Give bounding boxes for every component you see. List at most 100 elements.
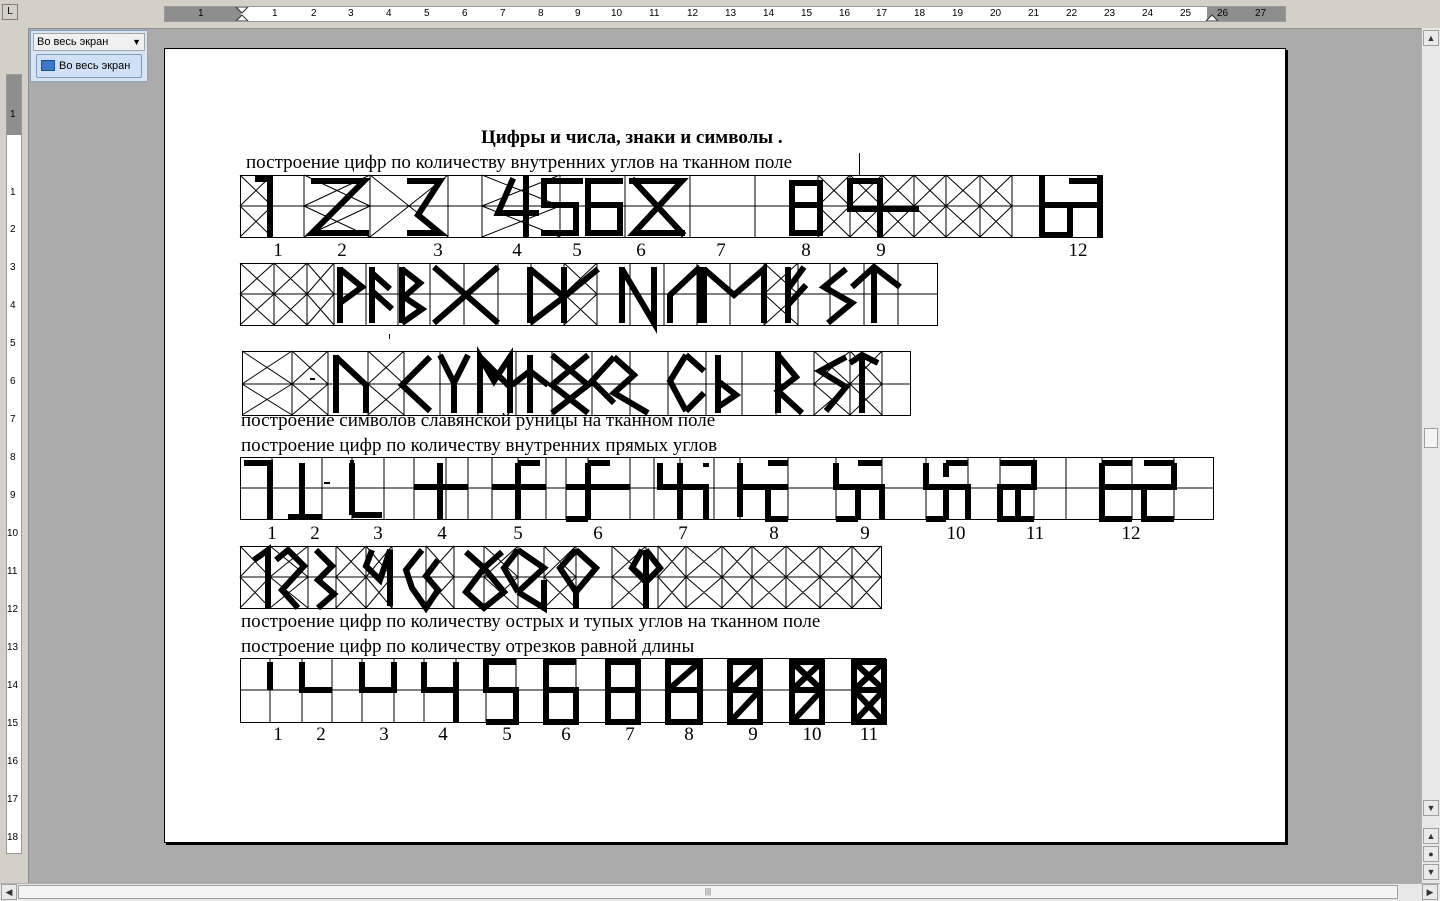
ruler-number: 17 — [876, 8, 888, 19]
ruler-number: 7 — [500, 8, 506, 19]
ruler-number: 23 — [1104, 8, 1116, 19]
ruler-number: 3 — [10, 262, 16, 273]
horizontal-scroll-thumb[interactable]: ||| — [18, 885, 1398, 899]
grid-number: 9 — [860, 523, 870, 544]
ruler-number: 6 — [10, 376, 16, 387]
ruler-number: 1 — [10, 187, 16, 198]
paragraph-line-2: построение символов славянской руницы на… — [241, 410, 716, 431]
ruler-number: 10 — [7, 528, 19, 539]
ruler-number: 20 — [990, 8, 1002, 19]
ruler-number: 17 — [7, 794, 19, 805]
ruler-number: 12 — [687, 8, 699, 19]
chevron-down-icon[interactable]: ▼ — [132, 34, 141, 50]
woven-grid-digits-inner-angles — [239, 174, 1103, 238]
ruler-number: 25 — [1180, 8, 1192, 19]
ruler-number: 10 — [611, 8, 623, 19]
left-ruler-scale[interactable]: 1 1 2 3 4 5 6 7 8 9 10 11 12 13 14 15 16… — [6, 74, 22, 854]
grid-number: 11 — [1025, 523, 1045, 544]
left-indent-marker[interactable] — [235, 7, 249, 21]
grid-number: 12 — [1068, 240, 1088, 261]
grid-number: 1 — [273, 724, 283, 745]
stray-mark — [389, 334, 390, 339]
vertical-scroll-thumb[interactable] — [1424, 428, 1438, 448]
top-ruler[interactable]: L 1 1 2 3 4 5 6 7 8 9 10 11 12 13 14 15 … — [0, 0, 1440, 29]
ruler-number: 15 — [801, 8, 813, 19]
fullscreen-icon — [41, 60, 55, 71]
grid-number: 8 — [769, 523, 779, 544]
right-indent-marker[interactable] — [1205, 7, 1219, 21]
ruler-number: 21 — [1028, 8, 1040, 19]
grid-number: 7 — [678, 523, 688, 544]
ruler-number: 2 — [10, 224, 16, 235]
grid-number: 4 — [437, 523, 447, 544]
fullscreen-button[interactable]: Во весь экран — [36, 54, 142, 78]
grid-number: 3 — [379, 724, 389, 745]
ruler-number: 18 — [7, 832, 19, 843]
ruler-number: 16 — [839, 8, 851, 19]
fullscreen-button-label: Во весь экран — [59, 60, 131, 72]
ruler-number: 9 — [10, 490, 16, 501]
ruler-number: 13 — [7, 642, 19, 653]
grid-number: 3 — [433, 240, 443, 261]
scroll-left-button[interactable]: ◀ — [1, 884, 17, 900]
ruler-number: 14 — [7, 680, 19, 691]
paragraph-line-4: построение цифр по количеству острых и т… — [241, 611, 821, 632]
ruler-number: 14 — [763, 8, 775, 19]
ruler-number: 12 — [7, 604, 19, 615]
ruler-number: 6 — [462, 8, 468, 19]
tab-selector-button[interactable]: L — [2, 4, 18, 20]
ruler-number: 5 — [424, 8, 430, 19]
next-page-button[interactable]: ▼ — [1423, 864, 1439, 880]
ruler-number: 8 — [538, 8, 544, 19]
woven-grid-digits-equal-segments — [240, 658, 887, 725]
grid-number: 7 — [716, 240, 726, 261]
ruler-number: 4 — [10, 300, 16, 311]
view-mode-select-value: Во весь экран — [37, 36, 109, 48]
view-mode-select[interactable]: Во весь экран ▼ — [33, 33, 145, 51]
ruler-number: 15 — [7, 718, 19, 729]
grid-number: 6 — [636, 240, 646, 261]
grid-number: 6 — [593, 523, 603, 544]
grid-number: 12 — [1121, 523, 1141, 544]
ruler-number: 27 — [1255, 8, 1267, 19]
previous-page-button[interactable]: ▲ — [1423, 828, 1439, 844]
grid-number: 10 — [946, 523, 966, 544]
grid-number: 8 — [684, 724, 694, 745]
ruler-number: 4 — [386, 8, 392, 19]
grid-number: 1 — [273, 240, 283, 261]
grid-number: 11 — [859, 724, 879, 745]
text-cursor — [859, 153, 860, 175]
top-ruler-scale[interactable]: 1 1 2 3 4 5 6 7 8 9 10 11 12 13 14 15 16… — [164, 6, 1286, 22]
ruler-number: 16 — [7, 756, 19, 767]
ruler-number: 2 — [311, 8, 317, 19]
horizontal-scrollbar[interactable]: ◀ ||| ▶ — [0, 883, 1440, 901]
document-page[interactable]: Цифры и числа, знаки и символы . построе… — [164, 48, 1286, 843]
ruler-number: 19 — [952, 8, 964, 19]
grid-number: 4 — [512, 240, 522, 261]
ruler-number: 13 — [725, 8, 737, 19]
paragraph-line-1: построение цифр по количеству внутренних… — [246, 152, 793, 173]
grid-number: 5 — [572, 240, 582, 261]
scroll-up-button[interactable]: ▲ — [1423, 30, 1439, 46]
ruler-number: 7 — [10, 414, 16, 425]
grid-number: 5 — [513, 523, 523, 544]
ruler-number: 9 — [575, 8, 581, 19]
paragraph-line-3: построение цифр по количеству внутренних… — [241, 435, 718, 456]
scroll-right-button[interactable]: ▶ — [1422, 884, 1438, 900]
grid-number: 6 — [561, 724, 571, 745]
ruler-number: 1 — [198, 8, 204, 19]
ruler-number: 24 — [1142, 8, 1154, 19]
select-browse-object-button[interactable]: ● — [1423, 846, 1439, 862]
grid-number: 1 — [267, 523, 277, 544]
grid-number: 4 — [438, 724, 448, 745]
woven-grid-runes-2 — [241, 345, 911, 416]
left-ruler[interactable]: 1 1 2 3 4 5 6 7 8 9 10 11 12 13 14 15 16… — [0, 28, 29, 883]
grid-number: 8 — [801, 240, 811, 261]
vertical-scrollbar[interactable]: ▲ ▼ ▲ ● ▼ — [1421, 28, 1440, 883]
paragraph-line-5: построение цифр по количеству отрезков р… — [241, 636, 695, 657]
view-toolbar: Во весь экран ▼ Во весь экран — [30, 30, 148, 82]
ruler-number: 11 — [649, 8, 660, 19]
ruler-number: 11 — [7, 566, 18, 577]
ruler-number: 5 — [10, 338, 16, 349]
scroll-down-button[interactable]: ▼ — [1423, 800, 1439, 816]
